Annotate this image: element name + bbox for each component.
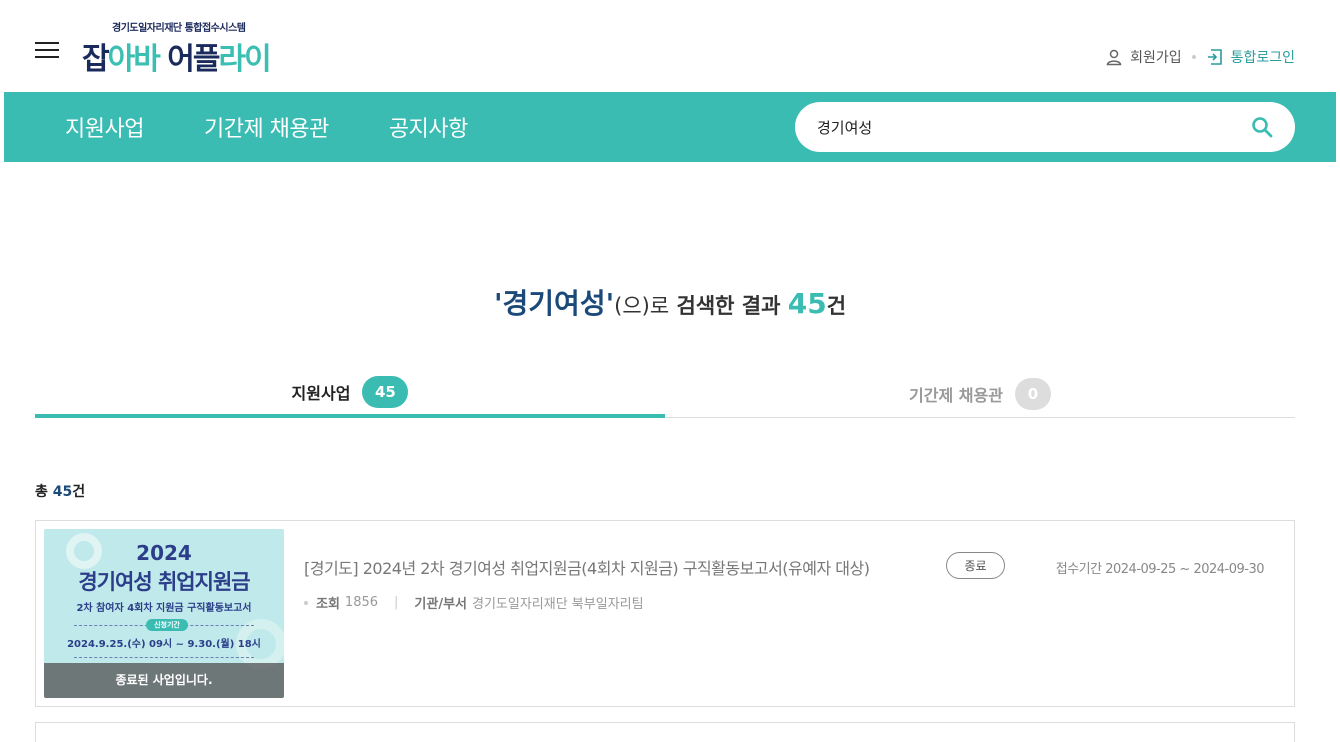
item-meta: 조회 1856 | 기관/부서 경기도일자리재단 북부일자리팀 [304, 593, 644, 612]
views-label: 조회 [316, 597, 340, 612]
item-title[interactable]: [경기도] 2024년 2차 경기여성 취업지원금(4회차 지원금) 구직활동보… [304, 555, 870, 579]
nav-item-notice[interactable]: 공지사항 [389, 111, 468, 143]
join-label: 회원가입 [1130, 50, 1182, 66]
logo[interactable]: 잡아바 어플라이 [82, 34, 272, 78]
result-unit: 건 [826, 294, 847, 318]
item-period: 접수기간 2024-09-25 ~ 2024-09-30 [1055, 562, 1265, 577]
thumb-title: 경기여성 취업지원금 [78, 570, 250, 594]
search-input[interactable] [817, 102, 1237, 152]
result-suffix: (으)로 [614, 294, 670, 318]
tab-label: 지원사업 [291, 384, 351, 403]
dept-value: 경기도일자리재단 북부일자리팀 [472, 597, 644, 612]
result-keyword: '경기여성' [493, 287, 615, 320]
login-icon [1207, 49, 1222, 65]
meta-separator: | [394, 595, 399, 610]
dept-label: 기관/부서 [414, 597, 467, 612]
thumb-year: 2024 [136, 541, 192, 565]
status-badge: 종료 [946, 552, 1005, 579]
tab-support[interactable]: 지원사업 45 [35, 370, 665, 418]
tab-label: 기간제 채용관 [909, 386, 1003, 405]
total-count: 총 45건 [35, 484, 86, 500]
login-link[interactable]: 통합로그인 [1206, 47, 1295, 67]
result-tabs: 지원사업 45 기간제 채용관 0 [35, 370, 1295, 418]
list-item[interactable]: 2024 경기여성 취업지원금 2차 참여자 4회차 지원금 구직활동보고서 신… [35, 520, 1295, 707]
thumb-dates: 2024.9.25.(수) 09시 ~ 9.30.(월) 18시 [67, 639, 261, 650]
result-count: 45 [787, 287, 827, 320]
item-thumbnail[interactable]: 2024 경기여성 취업지원금 2차 참여자 4회차 지원금 구직활동보고서 신… [44, 529, 284, 698]
search-box [795, 102, 1295, 152]
bullet [304, 600, 308, 605]
list-item[interactable] [35, 722, 1295, 742]
user-utility: 회원가입 통합로그인 [1105, 47, 1295, 67]
tab-count-badge: 0 [1014, 378, 1051, 410]
result-middle: 검색한 결과 [669, 294, 788, 318]
login-label: 통합로그인 [1230, 50, 1295, 66]
header: 경기도일자리재단 통합접수시스템 잡아바 어플라이 회원가입 통합로그인 [0, 0, 1340, 92]
main-nav: 지원사업 기간제 채용관 공지사항 [4, 92, 1336, 162]
tab-contract-jobs[interactable]: 기간제 채용관 0 [665, 370, 1295, 418]
user-icon [1106, 49, 1122, 66]
nav-item-contract-jobs[interactable]: 기간제 채용관 [204, 111, 329, 143]
thumb-period-pill: 신청기간 [146, 619, 188, 631]
logo-subtitle: 경기도일자리재단 통합접수시스템 [112, 23, 246, 34]
join-link[interactable]: 회원가입 [1105, 47, 1182, 67]
thumb-subtitle: 2차 참여자 4회차 지원금 구직활동보고서 [76, 603, 252, 614]
tab-count-badge: 45 [362, 376, 409, 408]
search-icon[interactable] [1251, 116, 1273, 138]
closed-overlay: 종료된 사업입니다. [44, 663, 284, 698]
menu-icon[interactable] [35, 42, 59, 60]
views-count: 1856 [344, 595, 379, 610]
search-result-heading: '경기여성'(으)로 검색한 결과 45건 [0, 282, 1340, 322]
separator-dot [1191, 55, 1196, 59]
nav-item-support[interactable]: 지원사업 [65, 111, 144, 143]
divider [74, 657, 254, 658]
